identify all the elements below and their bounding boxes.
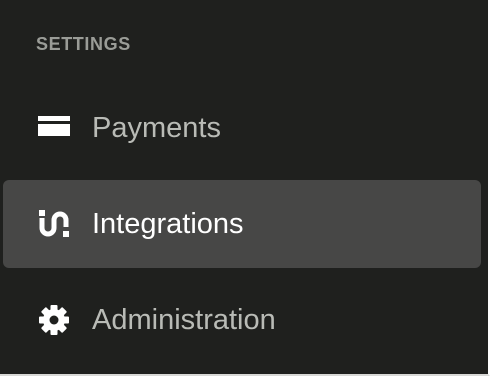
sidebar-item-label: Integrations	[92, 208, 244, 240]
integrations-icon	[37, 207, 71, 241]
gear-icon	[37, 303, 71, 337]
card-icon	[37, 111, 71, 145]
sidebar-item-administration[interactable]: Administration	[3, 276, 481, 364]
section-title: SETTINGS	[36, 34, 131, 54]
sidebar-item-label: Administration	[92, 304, 276, 336]
sidebar-item-label: Payments	[92, 112, 221, 144]
sidebar-item-integrations[interactable]: Integrations	[3, 180, 481, 268]
sidebar-item-payments[interactable]: Payments	[3, 84, 481, 172]
settings-sidebar: SETTINGS Payments Integrations Administr…	[0, 0, 490, 376]
